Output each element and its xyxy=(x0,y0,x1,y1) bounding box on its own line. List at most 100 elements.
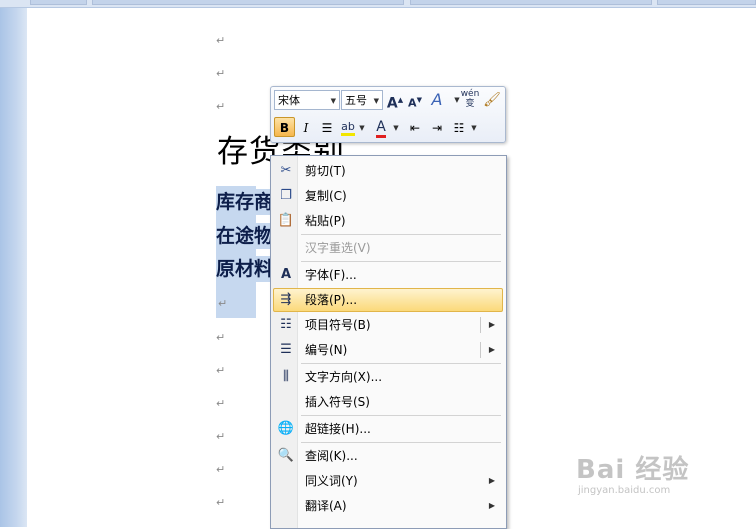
menu-item-numbering[interactable]: ☰ 编号(N) ▶ xyxy=(273,338,503,362)
watermark-logo-text: Bai 经验 xyxy=(576,455,690,485)
chevron-right-icon: ▶ xyxy=(488,320,495,329)
paragraph-icon: ⇶ xyxy=(280,292,292,307)
baidu-watermark: Bai 经验 jingyan.baidu.com xyxy=(576,449,716,509)
font-size-value: 五号 xyxy=(345,94,367,107)
font-size-combo[interactable]: 五号 ▼ xyxy=(341,90,383,110)
menu-item-text-direction[interactable]: ⫼ 文字方向(X)... xyxy=(273,365,503,389)
text-direction-icon: ⫼ xyxy=(283,369,289,384)
menu-item-label: 同义词(Y) xyxy=(305,474,358,488)
font-color-dropdown[interactable]: ▼ xyxy=(391,118,401,138)
paragraph-mark: ↵ xyxy=(216,463,226,476)
italic-icon: I xyxy=(303,121,309,135)
bullets-icon: ☷ xyxy=(453,121,465,135)
menu-item-label: 项目符号(B) xyxy=(305,318,371,332)
menu-separator xyxy=(301,363,501,364)
bold-icon: B xyxy=(279,121,290,135)
shrink-font-icon: A xyxy=(408,96,417,110)
top-tab-segment xyxy=(657,0,756,5)
menu-item-lookup[interactable]: 🔍 查阅(K)... xyxy=(273,444,503,468)
bullets-icon: ☷ xyxy=(280,317,292,332)
font-color-button[interactable]: A xyxy=(371,117,391,138)
phonetic-guide-button[interactable]: wén 变 xyxy=(459,89,481,109)
paragraph-mark: ↵ xyxy=(216,397,226,410)
paragraph-mark: ↵ xyxy=(216,100,226,113)
decrease-indent-button[interactable]: ⇤ xyxy=(405,118,425,138)
styles-icon: A xyxy=(431,90,443,109)
shrink-font-button[interactable]: A▼ xyxy=(405,90,425,110)
hyperlink-icon: 🌐 xyxy=(277,421,295,436)
menu-item-copy[interactable]: ❐ 复制(C) xyxy=(273,184,503,208)
chevron-down-icon: ▼ xyxy=(330,97,336,105)
bold-button[interactable]: B xyxy=(274,117,295,137)
paragraph-mark: ↵ xyxy=(218,297,228,310)
menu-item-reconvert[interactable]: 汉字重选(V) xyxy=(273,236,503,260)
menu-item-translate[interactable]: 翻译(A) ▶ xyxy=(273,494,503,518)
submenu-divider xyxy=(480,317,481,333)
submenu-divider xyxy=(480,342,481,358)
menu-separator xyxy=(301,442,501,443)
menu-item-cut[interactable]: ✂ 剪切(T) xyxy=(273,159,503,183)
context-menu: ✂ 剪切(T) ❐ 复制(C) 📋 粘贴(P) 汉字重选(V) A 字体(F).… xyxy=(270,155,507,529)
highlight-icon: ab xyxy=(341,120,355,136)
paragraph-mark: ↵ xyxy=(216,364,226,377)
menu-item-hyperlink[interactable]: 🌐 超链接(H)... xyxy=(273,417,503,441)
paragraph-mark: ↵ xyxy=(216,430,226,443)
top-tab-segment xyxy=(30,0,87,5)
menu-item-insert-symbol[interactable]: 插入符号(S) xyxy=(273,390,503,414)
menu-item-label: 段落(P)... xyxy=(305,293,358,307)
menu-item-label: 粘贴(P) xyxy=(305,214,346,228)
chevron-down-icon: ▼ xyxy=(393,124,399,132)
grow-font-icon: A xyxy=(386,95,398,112)
bullets-dropdown[interactable]: ▼ xyxy=(469,118,479,138)
menu-item-label: 插入符号(S) xyxy=(305,395,370,409)
chevron-right-icon: ▶ xyxy=(488,476,495,485)
watermark-url: jingyan.baidu.com xyxy=(578,485,671,496)
scissors-icon: ✂ xyxy=(280,163,292,178)
italic-button[interactable]: I xyxy=(296,118,316,138)
chevron-down-icon: ▼ xyxy=(373,97,379,105)
increase-indent-icon: ⇥ xyxy=(431,121,443,135)
chevron-right-icon: ▶ xyxy=(488,345,495,354)
paragraph-mark: ↵ xyxy=(216,34,226,47)
menu-item-label: 翻译(A) xyxy=(305,499,347,513)
menu-item-label: 剪切(T) xyxy=(305,164,346,178)
paragraph-mark: ↵ xyxy=(216,331,226,344)
menu-item-paste[interactable]: 📋 粘贴(P) xyxy=(273,209,503,233)
highlight-button[interactable]: ab xyxy=(338,117,358,137)
menu-separator xyxy=(301,261,501,262)
highlight-dropdown[interactable]: ▼ xyxy=(357,118,367,138)
menu-item-label: 字体(F)... xyxy=(305,268,357,282)
align-center-icon: ☰ xyxy=(321,121,333,135)
paragraph-mark: ↵ xyxy=(216,67,226,80)
font-icon: A xyxy=(280,267,292,282)
menu-item-font[interactable]: A 字体(F)... xyxy=(273,263,503,287)
left-window-frame xyxy=(0,0,27,527)
styles-button[interactable]: A xyxy=(427,90,447,110)
font-name-value: 宋体 xyxy=(278,94,300,107)
menu-item-label: 编号(N) xyxy=(305,343,348,357)
font-name-combo[interactable]: 宋体 ▼ xyxy=(274,90,340,110)
paragraph-mark: ↵ xyxy=(216,496,226,509)
numbering-icon: ☰ xyxy=(280,342,292,357)
top-tab-segment xyxy=(410,0,652,5)
menu-item-label: 查阅(K)... xyxy=(305,449,358,463)
menu-item-bullets[interactable]: ☷ 项目符号(B) ▶ xyxy=(273,313,503,337)
chevron-down-icon: ▼ xyxy=(471,124,477,132)
paste-icon: 📋 xyxy=(277,213,295,228)
menu-item-paragraph[interactable]: ⇶ 段落(P)... xyxy=(273,288,503,312)
format-painter-button[interactable]: 🖌 xyxy=(482,90,502,110)
decrease-indent-icon: ⇤ xyxy=(409,121,421,135)
lookup-icon: 🔍 xyxy=(277,448,295,463)
center-align-button[interactable]: ☰ xyxy=(317,118,337,138)
menu-item-label: 超链接(H)... xyxy=(305,422,371,436)
menu-item-label: 复制(C) xyxy=(305,189,347,203)
phonetic-icon: wén 变 xyxy=(460,89,480,109)
grow-font-button[interactable]: A▲ xyxy=(385,90,405,112)
menu-item-synonyms[interactable]: 同义词(Y) ▶ xyxy=(273,469,503,493)
mini-toolbar: 宋体 ▼ 五号 ▼ A▲ A▼ A ▼ wén 变 🖌 B I ☰ ab ▼ A… xyxy=(270,86,506,143)
copy-icon: ❐ xyxy=(280,188,292,203)
format-painter-icon: 🖌 xyxy=(483,92,501,108)
increase-indent-button[interactable]: ⇥ xyxy=(427,118,447,138)
menu-separator xyxy=(301,234,501,235)
bullets-button[interactable]: ☷ xyxy=(449,118,469,138)
